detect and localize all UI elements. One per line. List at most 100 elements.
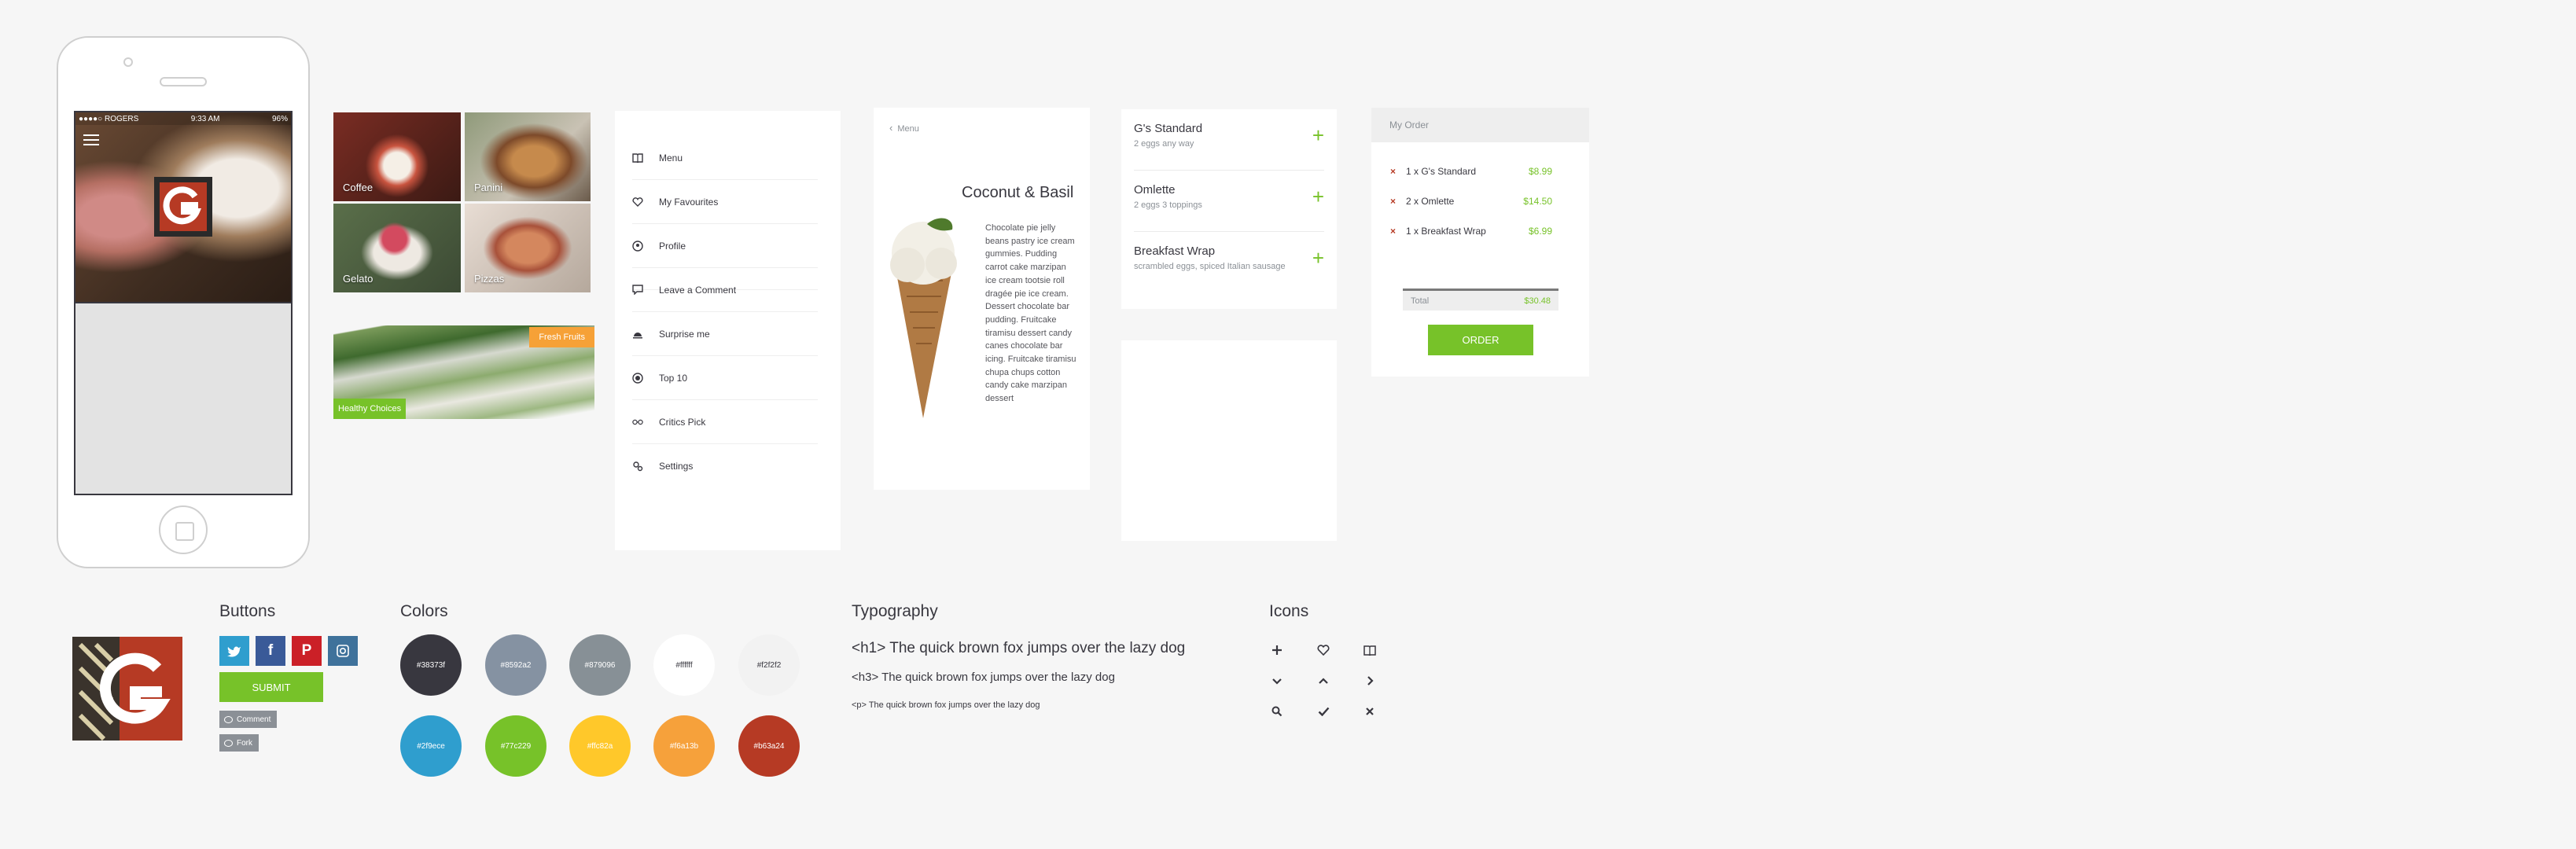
fresh-fruits-badge[interactable]: Fresh Fruits: [529, 327, 594, 347]
my-order-panel: My Order × 1 x G's Standard $8.99 × 2 x …: [1371, 108, 1589, 377]
order-item-sub: 2 eggs any way: [1134, 139, 1194, 149]
add-icon[interactable]: +: [1312, 248, 1324, 268]
detail-panel: ‹ Menu Coconut & Basil Chocolate pie jell…: [874, 108, 1090, 490]
menu-list: Menu My Favourites Profile Leave a Comme…: [615, 111, 841, 550]
my-order-price: $14.50: [1523, 196, 1552, 207]
g-logo-icon: [154, 177, 212, 237]
tile-panini[interactable]: Panini: [465, 112, 591, 201]
pinterest-icon[interactable]: P: [292, 636, 322, 666]
twitter-icon[interactable]: [219, 636, 249, 666]
comment-button[interactable]: Comment: [219, 711, 278, 728]
comment-icon: [224, 739, 233, 747]
my-order-item: 1 x G's Standard: [1406, 166, 1477, 177]
chevron-left-icon: ‹: [889, 122, 893, 134]
chevron-down-icon: [1265, 669, 1289, 693]
my-order-item: 2 x Omlette: [1406, 196, 1455, 207]
glasses-icon: [632, 417, 643, 428]
icons-title: Icons: [1269, 602, 1309, 620]
heart-icon: [632, 197, 643, 208]
menu-item-label: Settings: [659, 461, 694, 472]
add-icon[interactable]: +: [1312, 186, 1324, 207]
color-swatch: #f6a13b: [653, 715, 715, 777]
fork-button[interactable]: Fork: [219, 734, 259, 752]
home-button[interactable]: [159, 505, 208, 554]
comment-icon: [632, 285, 643, 296]
back-label: Menu: [897, 124, 919, 134]
instagram-icon[interactable]: [328, 636, 358, 666]
menu-item-label: Leave a Comment: [659, 284, 737, 296]
order-item-sub: scrambled eggs, spiced Italian sausage: [1134, 262, 1286, 271]
settings-icon: [632, 461, 643, 472]
phone-speaker: [160, 77, 207, 86]
status-battery: 96%: [271, 114, 288, 123]
tile-label: Gelato: [343, 273, 374, 285]
color-swatch: #ffc82a: [569, 715, 631, 777]
typography-title: Typography: [852, 602, 938, 620]
my-order-price: $8.99: [1528, 166, 1552, 177]
product-description: Chocolate pie jelly beans pastry ice cre…: [985, 223, 1076, 404]
typography-h1-sample: <h1> The quick brown fox jumps over the …: [852, 640, 1186, 656]
menu-item-label: Profile: [659, 240, 686, 252]
menu-item-surprise[interactable]: Surprise me: [632, 312, 818, 356]
close-icon: [1358, 700, 1382, 723]
menu-item-label: My Favourites: [659, 196, 719, 208]
menu-item-critics-pick[interactable]: Critics Pick: [632, 400, 818, 444]
menu-item-profile[interactable]: Profile: [632, 224, 818, 268]
order-list-panel: G's Standard 2 eggs any way + Omlette 2 …: [1121, 109, 1337, 309]
fork-label: Fork: [237, 738, 252, 748]
color-swatch: #77c229: [485, 715, 546, 777]
brand-logo: [72, 637, 182, 741]
menu-item-top10[interactable]: Top 10: [632, 356, 818, 400]
remove-icon[interactable]: ×: [1390, 226, 1406, 237]
ice-cream-cone-image: [890, 218, 957, 418]
remove-icon[interactable]: ×: [1390, 196, 1406, 207]
total-label: Total: [1411, 296, 1430, 306]
healthy-choices-banner[interactable]: Fresh Fruits Healthy Choices: [333, 325, 594, 419]
status-carrier: ●●●●○ ROGERS: [79, 114, 139, 123]
color-swatch: #8592a2: [485, 634, 546, 696]
remove-icon[interactable]: ×: [1390, 166, 1406, 177]
color-swatch: #ffffff: [653, 634, 715, 696]
check-icon: [1312, 700, 1335, 723]
menu-item-label: Critics Pick: [659, 416, 706, 428]
my-order-title: My Order: [1371, 108, 1589, 142]
buttons-title: Buttons: [219, 602, 276, 620]
menu-item-label: Menu: [659, 152, 683, 164]
total-value: $30.48: [1524, 296, 1551, 306]
menu-item-settings[interactable]: Settings: [632, 444, 818, 488]
search-icon: [1265, 700, 1289, 723]
order-button[interactable]: ORDER: [1428, 325, 1533, 355]
menu-item-menu[interactable]: Menu: [632, 136, 818, 180]
my-order-item: 1 x Breakfast Wrap: [1406, 226, 1486, 237]
my-order-row: × 1 x Breakfast Wrap $6.99: [1390, 223, 1552, 239]
tile-pizzas[interactable]: Pizzas: [465, 204, 591, 292]
typography-p-sample: <p> The quick brown fox jumps over the l…: [852, 700, 1040, 710]
order-item-row[interactable]: Breakfast Wrap scrambled eggs, spiced It…: [1134, 232, 1324, 293]
facebook-icon[interactable]: f: [256, 636, 285, 666]
order-item-row[interactable]: G's Standard 2 eggs any way +: [1134, 109, 1324, 171]
order-item-name: G's Standard: [1134, 122, 1203, 135]
my-order-row: × 2 x Omlette $14.50: [1390, 193, 1552, 209]
tile-label: Coffee: [343, 182, 374, 193]
chevron-up-icon: [1312, 669, 1335, 693]
order-item-row[interactable]: Omlette 2 eggs 3 toppings +: [1134, 171, 1324, 232]
tile-gelato[interactable]: Gelato: [333, 204, 461, 292]
empty-panel: [1121, 340, 1337, 541]
typography-h3-sample: <h3> The quick brown fox jumps over the …: [852, 671, 1115, 684]
plus-icon: [1265, 638, 1289, 662]
my-order-price: $6.99: [1528, 226, 1552, 237]
menu-item-favourites[interactable]: My Favourites: [632, 180, 818, 224]
add-icon[interactable]: +: [1312, 125, 1324, 145]
menu-item-comment[interactable]: Leave a Comment: [632, 268, 818, 312]
hamburger-menu-icon[interactable]: [83, 134, 99, 145]
order-item-name: Breakfast Wrap: [1134, 244, 1216, 258]
product-title: Coconut & Basil: [962, 184, 1074, 201]
color-swatch: #b63a24: [738, 715, 800, 777]
status-time: 9:33 AM: [190, 114, 220, 123]
submit-button[interactable]: SUBMIT: [219, 672, 323, 702]
book-icon: [1358, 638, 1382, 662]
healthy-choices-label[interactable]: Healthy Choices: [333, 399, 407, 419]
menu-item-label: Top 10: [659, 372, 688, 384]
tile-coffee[interactable]: Coffee: [333, 112, 461, 201]
back-link[interactable]: ‹ Menu: [889, 122, 919, 134]
